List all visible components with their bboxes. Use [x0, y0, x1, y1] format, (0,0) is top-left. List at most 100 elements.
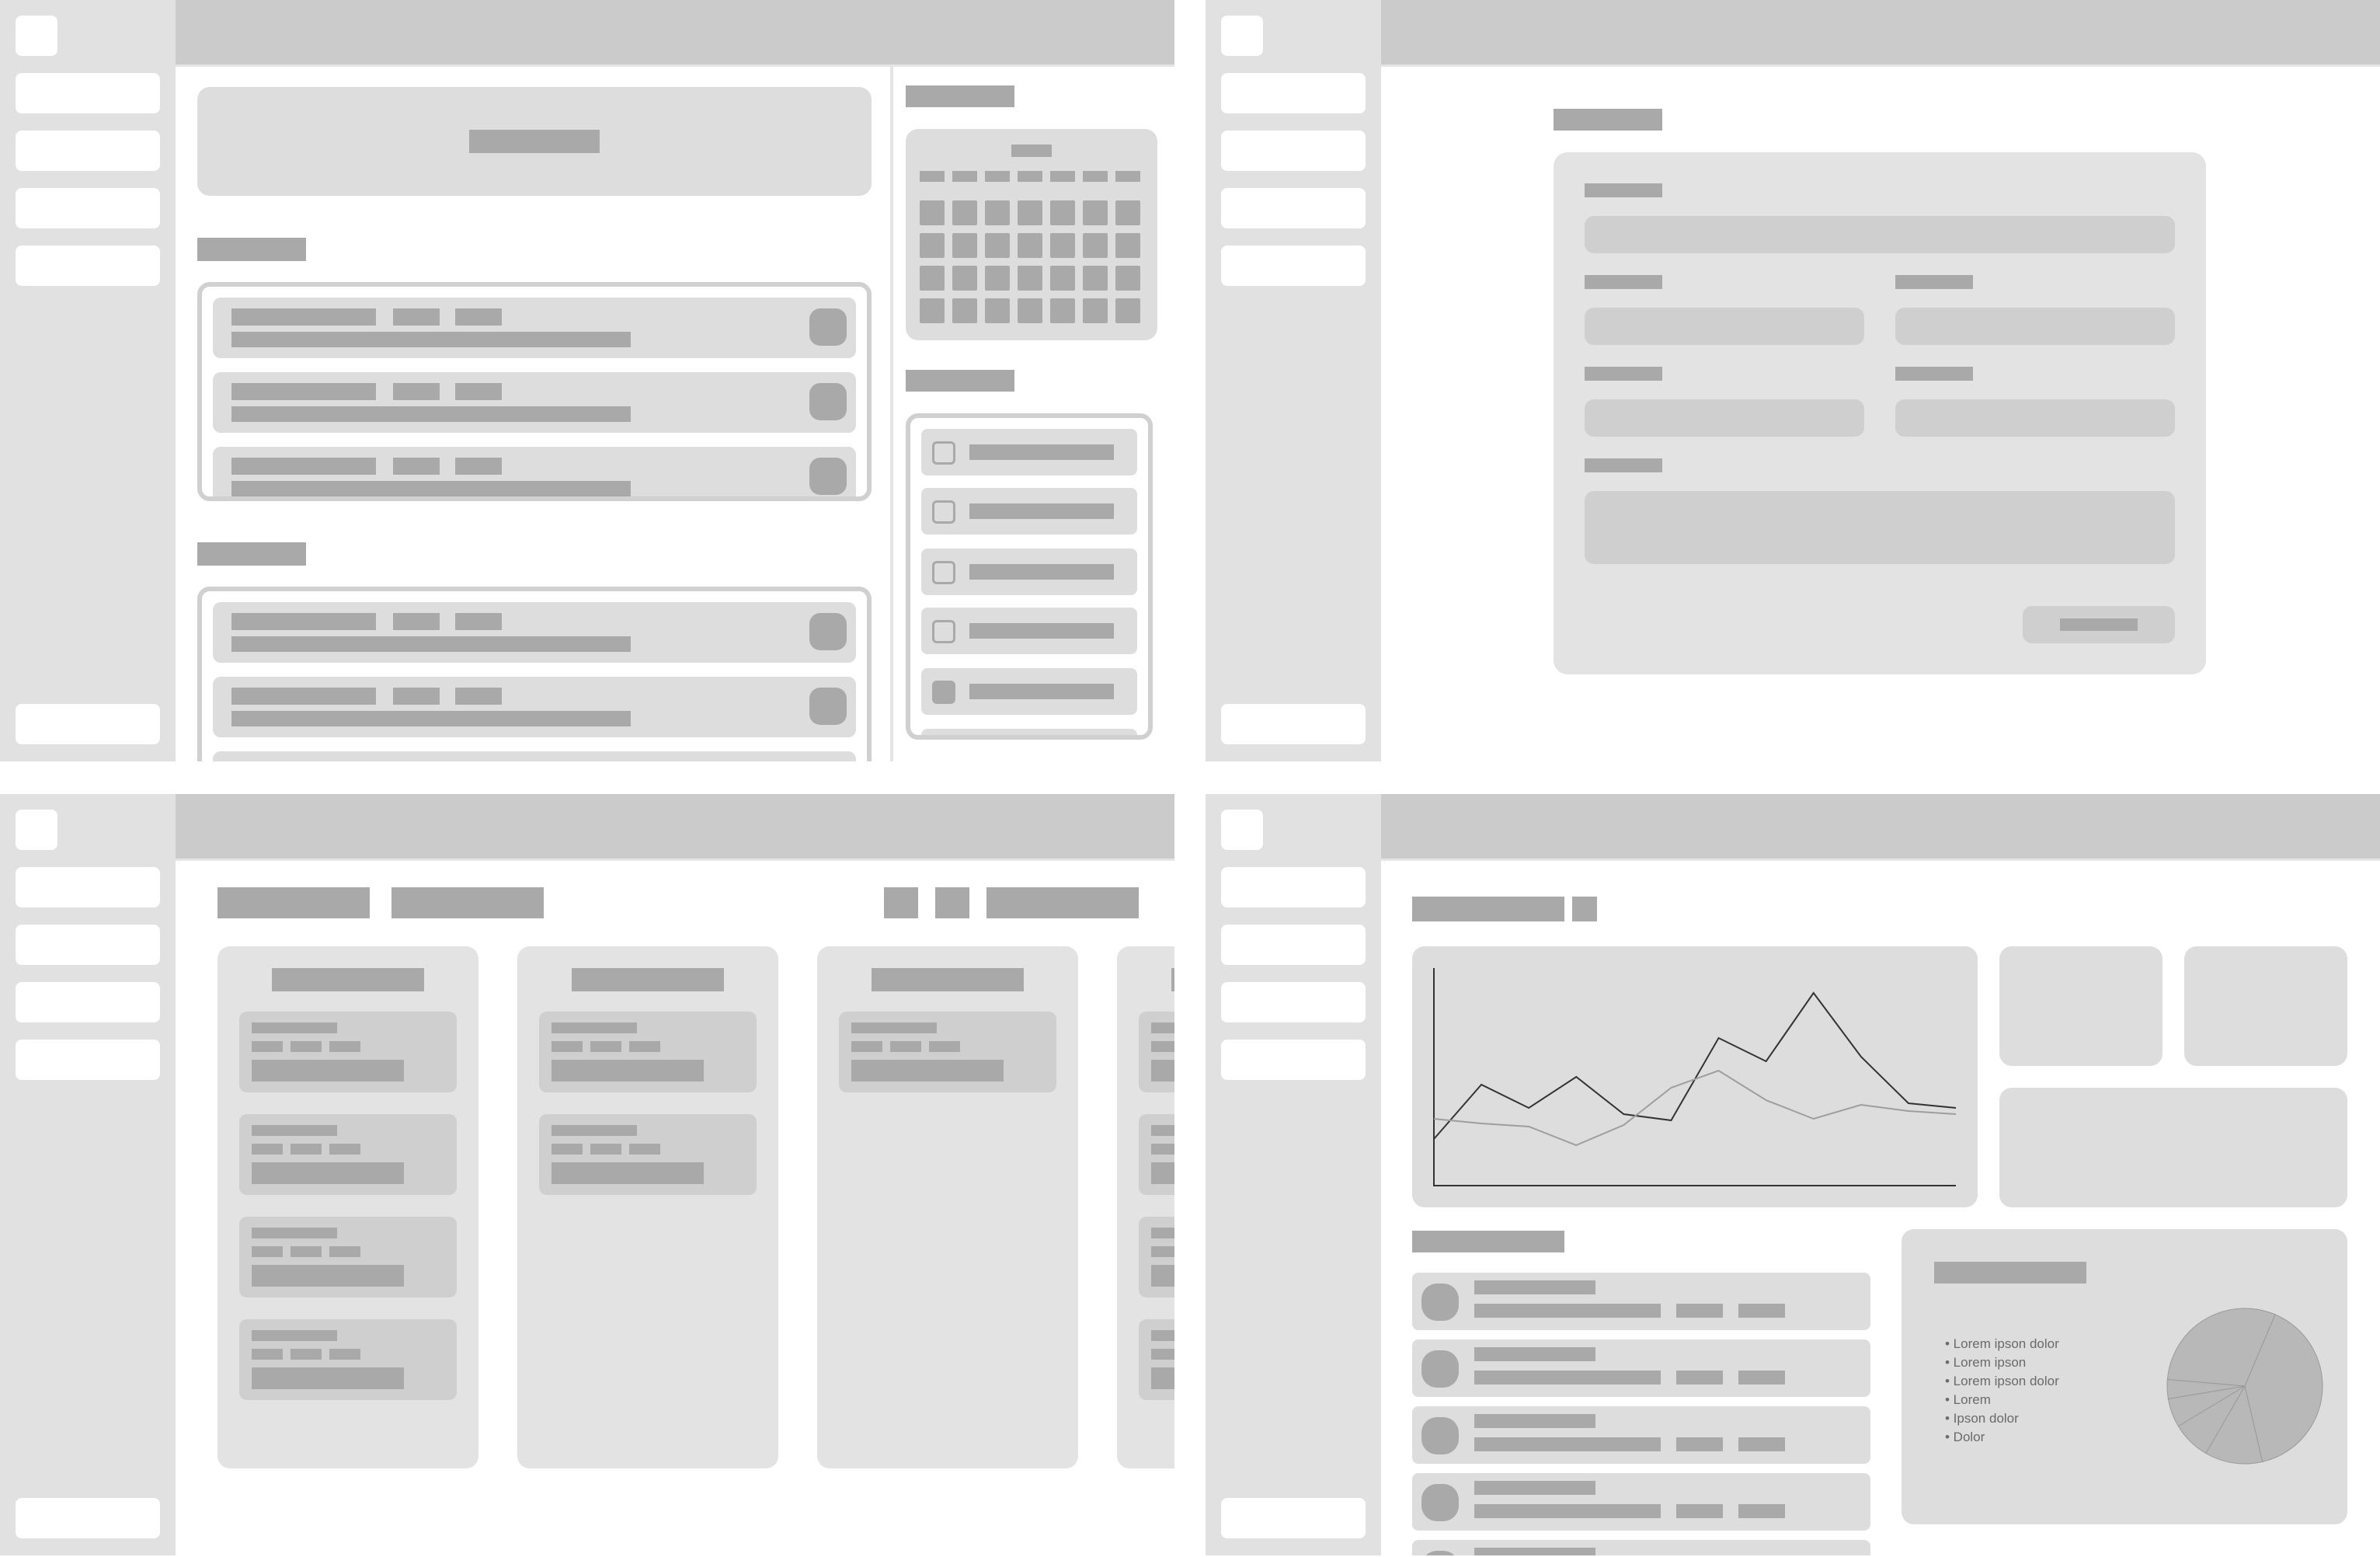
sidebar-item-4[interactable] [16, 1040, 160, 1080]
calendar-day[interactable] [1050, 266, 1075, 291]
list-item[interactable] [213, 447, 856, 496]
toolbar-icon-button[interactable] [935, 887, 969, 918]
calendar-day[interactable] [1050, 233, 1075, 258]
kpi-tile[interactable] [1999, 946, 2163, 1066]
sidebar-item-2[interactable] [16, 925, 160, 965]
activity-row[interactable] [1412, 1273, 1870, 1330]
kanban-card[interactable] [1139, 1114, 1174, 1195]
calendar-day[interactable] [1083, 200, 1108, 225]
sidebar-item-4[interactable] [1221, 246, 1366, 286]
calendar-day[interactable] [920, 266, 945, 291]
calendar-day[interactable] [1018, 233, 1042, 258]
logo[interactable] [1221, 810, 1263, 850]
textarea[interactable] [1585, 491, 2175, 564]
kanban-card[interactable] [239, 1217, 457, 1298]
kanban-card[interactable] [239, 1012, 457, 1092]
checklist-item[interactable] [921, 488, 1137, 535]
sidebar-item-4[interactable] [16, 246, 160, 286]
toolbar-action-button[interactable] [986, 887, 1139, 918]
text-input[interactable] [1895, 399, 2175, 437]
sidebar-item-1[interactable] [1221, 867, 1366, 907]
toolbar-icon-button[interactable] [884, 887, 918, 918]
submit-button[interactable] [2023, 606, 2175, 643]
kanban-card[interactable] [239, 1114, 457, 1195]
calendar-day[interactable] [952, 233, 977, 258]
activity-row[interactable] [1412, 1540, 1870, 1555]
sidebar-item-1[interactable] [16, 73, 160, 113]
text-input[interactable] [1585, 399, 1864, 437]
sidebar-item-1[interactable] [16, 867, 160, 907]
sidebar-footer-item[interactable] [1221, 1498, 1366, 1538]
sidebar-item-2[interactable] [16, 131, 160, 171]
checkbox-checked[interactable] [932, 681, 955, 704]
sidebar-item-3[interactable] [16, 982, 160, 1022]
sidebar-item-3[interactable] [16, 188, 160, 228]
list-item[interactable] [213, 751, 856, 761]
calendar-day[interactable] [1115, 233, 1140, 258]
calendar-day[interactable] [1018, 266, 1042, 291]
checkbox[interactable] [932, 500, 955, 524]
sidebar-item-4[interactable] [1221, 1040, 1366, 1080]
logo[interactable] [16, 16, 57, 56]
sidebar-item-2[interactable] [1221, 925, 1366, 965]
checklist-item[interactable] [921, 429, 1137, 475]
calendar-day[interactable] [1050, 298, 1075, 323]
calendar-day[interactable] [1083, 233, 1108, 258]
sidebar-item-2[interactable] [1221, 131, 1366, 171]
checkbox[interactable] [932, 441, 955, 465]
calendar-day[interactable] [1050, 200, 1075, 225]
calendar-day[interactable] [920, 233, 945, 258]
sidebar-footer-item[interactable] [16, 704, 160, 744]
calendar-day[interactable] [1115, 200, 1140, 225]
calendar-day[interactable] [985, 200, 1010, 225]
checklist-item[interactable] [921, 729, 1137, 735]
kanban-card[interactable] [539, 1012, 757, 1092]
activity-row[interactable] [1412, 1406, 1870, 1464]
text-input[interactable] [1895, 308, 2175, 345]
checklist-item[interactable] [921, 668, 1137, 715]
kanban-card[interactable] [1139, 1319, 1174, 1400]
calendar-day[interactable] [985, 266, 1010, 291]
calendar-day[interactable] [920, 200, 945, 225]
calendar-day[interactable] [920, 298, 945, 323]
logo[interactable] [1221, 16, 1263, 56]
calendar-day[interactable] [985, 233, 1010, 258]
checklist-item[interactable] [921, 549, 1137, 595]
logo[interactable] [16, 810, 57, 850]
calendar-day[interactable] [952, 200, 977, 225]
kanban-card[interactable] [1139, 1012, 1174, 1092]
checklist-item[interactable] [921, 608, 1137, 654]
calendar-day[interactable] [985, 298, 1010, 323]
calendar-day[interactable] [1115, 266, 1140, 291]
list-item[interactable] [213, 677, 856, 737]
calendar-day[interactable] [952, 266, 977, 291]
activity-row[interactable] [1412, 1473, 1870, 1531]
sidebar-footer-item[interactable] [1221, 704, 1366, 744]
sidebar-footer-item[interactable] [16, 1498, 160, 1538]
kpi-tile[interactable] [2184, 946, 2347, 1066]
text-input[interactable] [1585, 308, 1864, 345]
checkbox[interactable] [932, 561, 955, 584]
calendar-day[interactable] [952, 298, 977, 323]
kanban-card[interactable] [539, 1114, 757, 1195]
calendar-day[interactable] [1083, 266, 1108, 291]
calendar-day[interactable] [1083, 298, 1108, 323]
list-item[interactable] [213, 298, 856, 358]
activity-row[interactable] [1412, 1339, 1870, 1397]
kanban-card[interactable] [239, 1319, 457, 1400]
list-item[interactable] [213, 602, 856, 663]
kanban-card[interactable] [839, 1012, 1056, 1092]
board-filter-placeholder[interactable] [391, 887, 544, 918]
kanban-card[interactable] [1139, 1217, 1174, 1298]
calendar-day[interactable] [1018, 298, 1042, 323]
calendar-day[interactable] [1018, 200, 1042, 225]
banner[interactable] [197, 87, 872, 196]
kpi-wide-tile[interactable] [1999, 1088, 2347, 1207]
checkbox[interactable] [932, 620, 955, 643]
sidebar-item-3[interactable] [1221, 188, 1366, 228]
sidebar-item-3[interactable] [1221, 982, 1366, 1022]
sidebar-item-1[interactable] [1221, 73, 1366, 113]
list-item[interactable] [213, 372, 856, 433]
calendar-day[interactable] [1115, 298, 1140, 323]
text-input[interactable] [1585, 216, 2175, 253]
